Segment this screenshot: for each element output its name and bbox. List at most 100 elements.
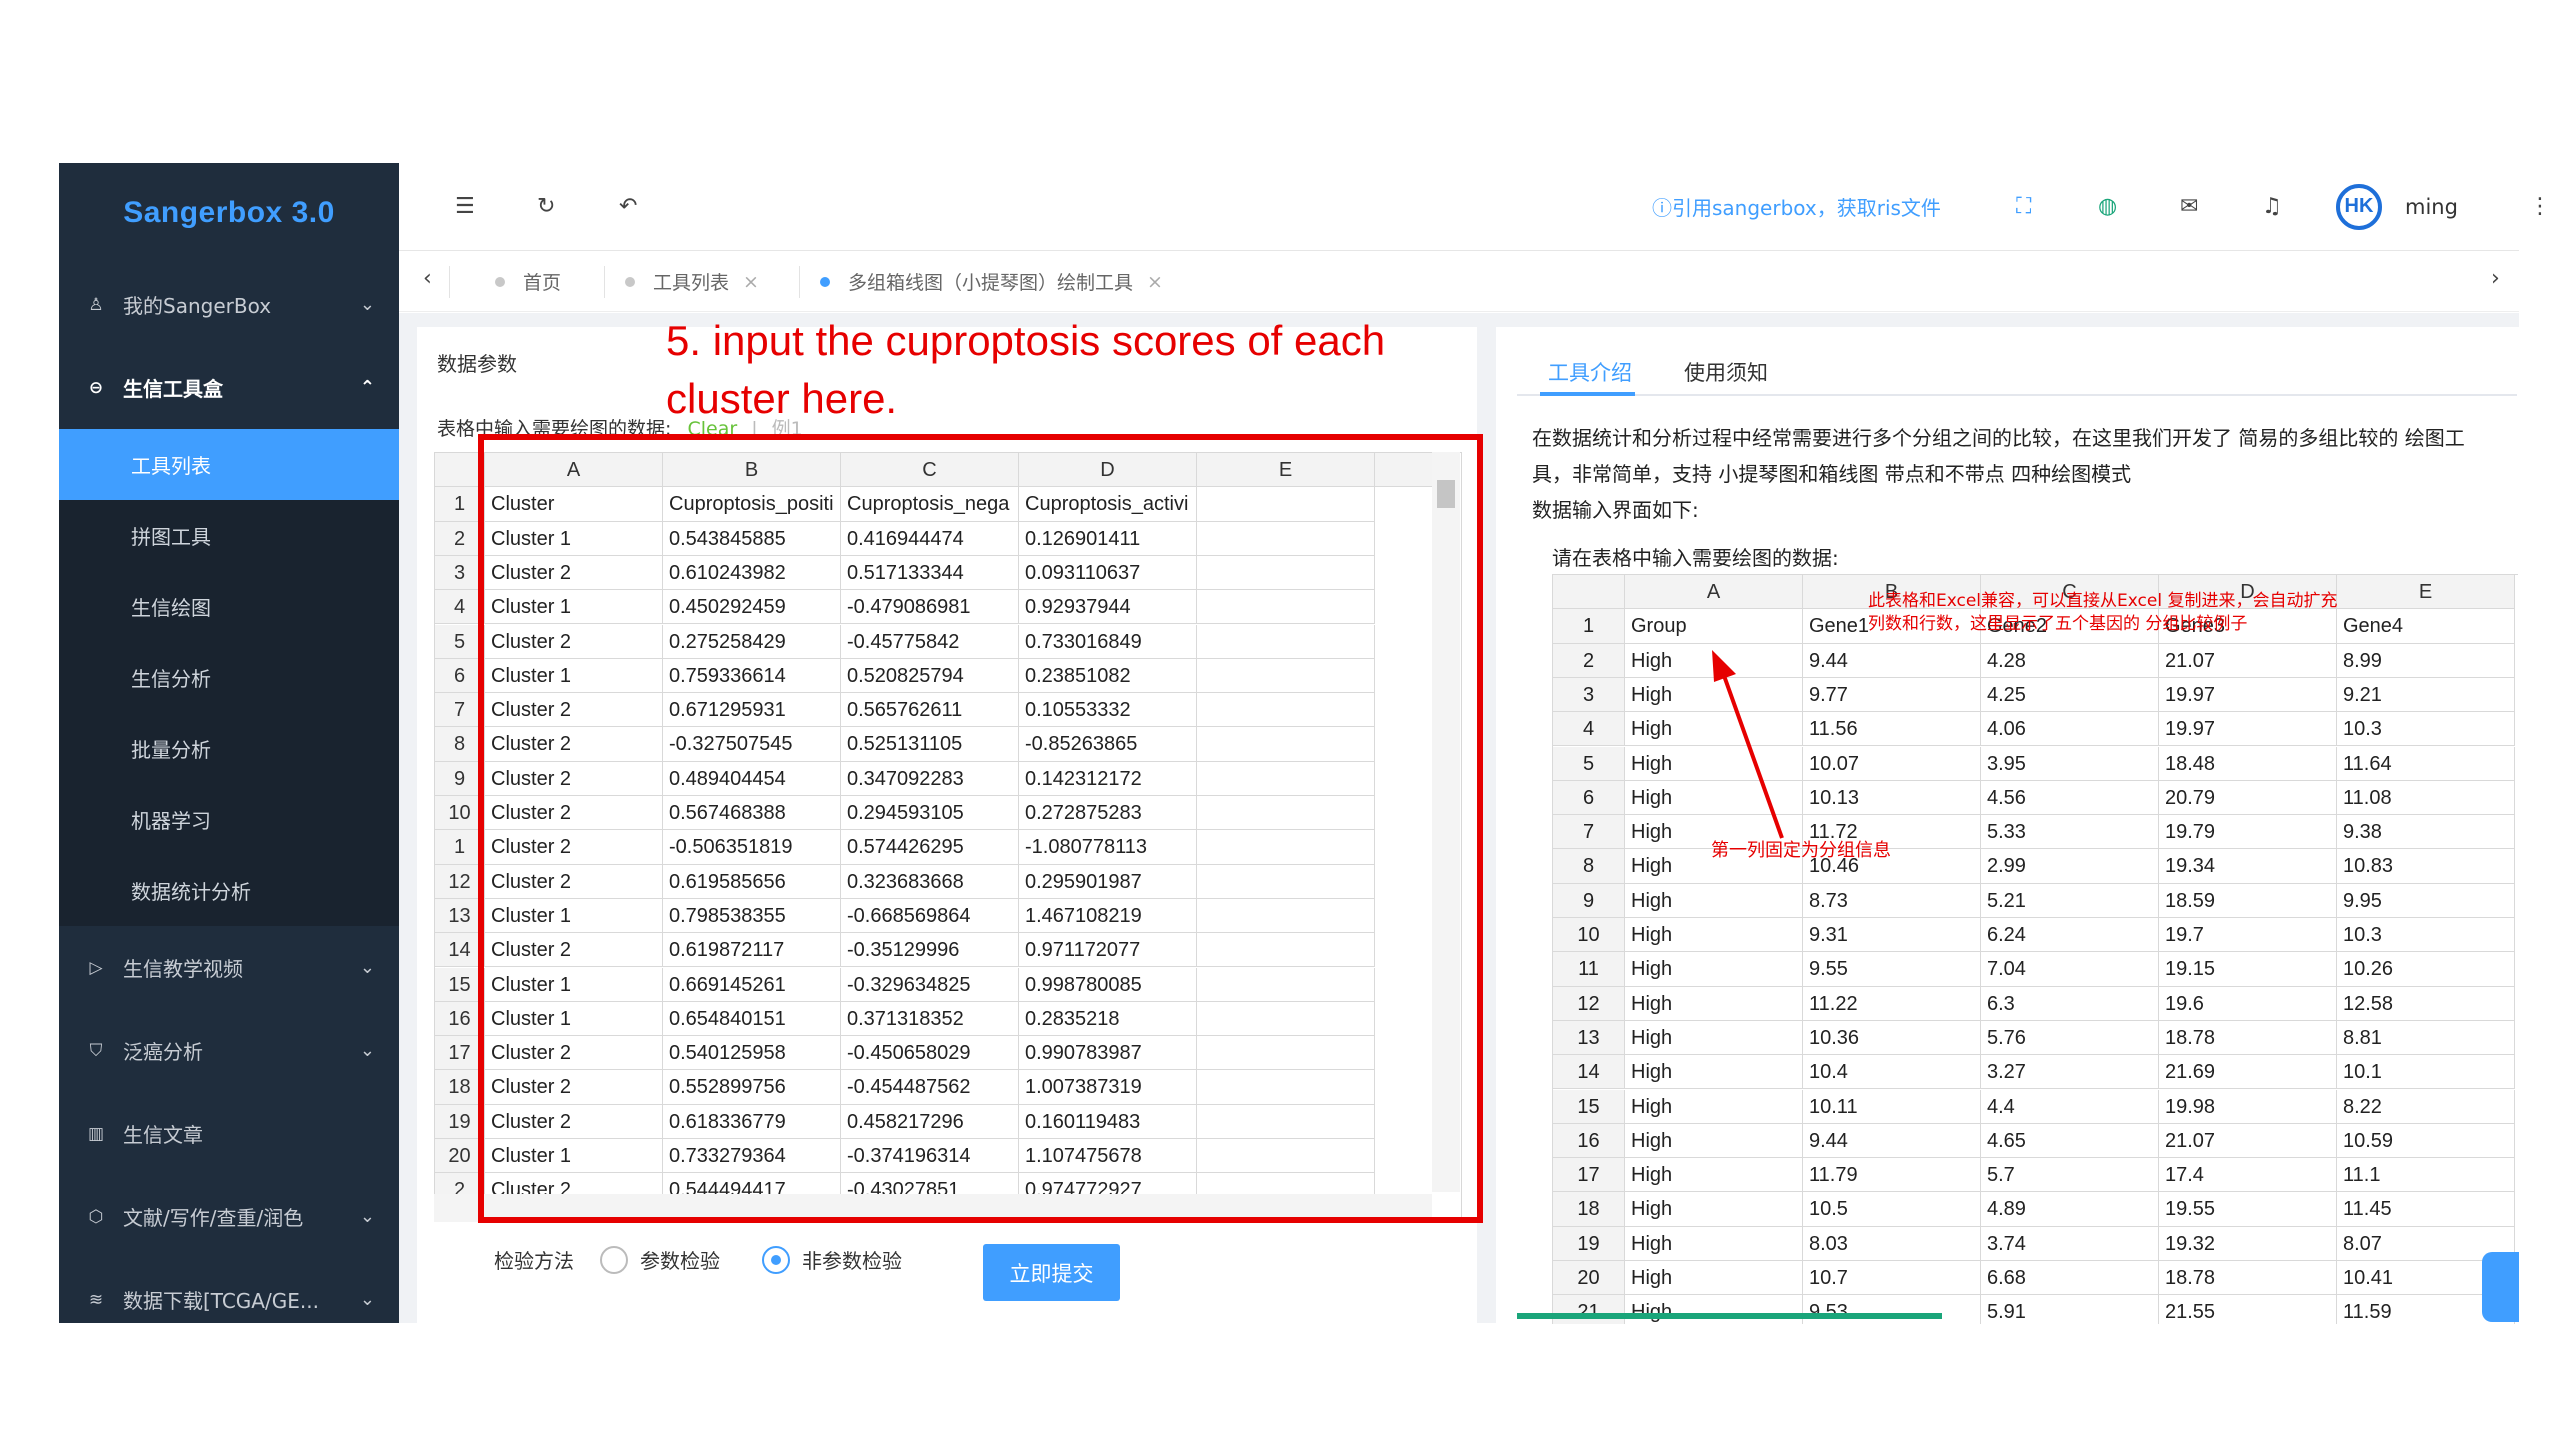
table-cell: 11.64	[2337, 746, 2515, 781]
table-cell: 10.07	[1803, 746, 1981, 781]
table-cell: 4.25	[1981, 677, 2159, 713]
sidebar-item-tool-list[interactable]: 工具列表	[59, 429, 399, 500]
row-number: 8	[1553, 849, 1625, 884]
fullscreen-icon[interactable]: ⛶	[2016, 194, 2031, 219]
table-cell: 4.28	[1981, 643, 2159, 678]
row-number: 10	[1553, 918, 1625, 953]
sidebar-item-machine-learning[interactable]: 机器学习	[59, 784, 399, 855]
close-icon[interactable]: ×	[743, 271, 759, 293]
highlight-box	[478, 434, 1483, 1223]
annotation-step5: 5. input the cuproptosis scores of each …	[666, 317, 1386, 422]
table-cell: 10.11	[1803, 1089, 1981, 1124]
tab-home[interactable]: 首页	[495, 252, 561, 312]
table-cell: 5.7	[1981, 1158, 2159, 1193]
table-cell: 11.79	[1803, 1158, 1981, 1193]
tab-status-dot	[820, 276, 830, 287]
table-cell: Group	[1625, 609, 1803, 644]
tab-tool-list[interactable]: 工具列表 ×	[625, 252, 759, 312]
more-icon[interactable]: ⋮	[2529, 194, 2551, 219]
table-cell: High	[1625, 1123, 1803, 1159]
sidebar-item-bio-analysis[interactable]: 生信分析	[59, 642, 399, 713]
row-number: 3	[1553, 677, 1625, 713]
sidebar-item-toolbox[interactable]: ⊖ 生信工具盒 ⌃	[59, 346, 399, 429]
radio-parametric[interactable]: 参数检验	[600, 1245, 720, 1274]
sidebar-item-writing[interactable]: ⬡ 文献/写作/查重/润色 ⌄	[59, 1175, 399, 1258]
radio-label: 参数检验	[640, 1249, 720, 1273]
sidebar-item-label: 数据下载[TCGA/GE...	[123, 1289, 319, 1313]
sidebar-item-batch-analysis[interactable]: 批量分析	[59, 713, 399, 784]
table-cell: 8.81	[2337, 1020, 2515, 1056]
table-cell: 11.22	[1803, 986, 1981, 1021]
intro-line: 数据输入界面如下:	[1532, 498, 1699, 522]
table-row: 6 High 10.13 4.56 20.79 11.08	[1553, 780, 2515, 816]
sidebar-item-label: 文献/写作/查重/润色	[123, 1206, 304, 1230]
sidebar-item-videos[interactable]: ▷ 生信教学视频 ⌄	[59, 926, 399, 1009]
chevron-down-icon: ⌄	[359, 1040, 375, 1061]
submit-button[interactable]: 立即提交	[983, 1244, 1120, 1301]
tab-boxplot-tool[interactable]: 多组箱线图（小提琴图）绘制工具 ×	[820, 252, 1163, 312]
table-cell: 8.99	[2337, 643, 2515, 678]
tab-label: 多组箱线图（小提琴图）绘制工具	[848, 272, 1134, 294]
radio-nonparametric[interactable]: 非参数检验	[762, 1245, 902, 1274]
chevron-right-icon[interactable]: ›	[2491, 266, 2500, 291]
radio-circle[interactable]	[762, 1245, 790, 1274]
refresh-icon[interactable]: ↻	[537, 194, 555, 219]
sidebar-item-articles[interactable]: ▥ 生信文章	[59, 1092, 399, 1175]
bell-icon[interactable]: ♫	[2262, 194, 2282, 219]
app-logo[interactable]: Sangerbox 3.0	[59, 163, 399, 263]
tab-usage-notes[interactable]: 使用须知	[1684, 357, 1768, 387]
active-tab-indicator	[1540, 392, 1635, 396]
chevron-up-icon: ⌃	[359, 377, 375, 398]
table-cell: 4.56	[1981, 780, 2159, 816]
table-cell: Gene4	[2337, 609, 2515, 644]
table-cell: High	[1625, 1295, 1803, 1324]
table-cell: 19.6	[2159, 986, 2337, 1021]
close-icon[interactable]: ×	[1147, 271, 1163, 293]
sidebar-item-pancancer[interactable]: ⛉ 泛癌分析 ⌄	[59, 1009, 399, 1092]
chevron-left-icon[interactable]: ‹	[423, 266, 432, 291]
table-cell: 10.3	[2337, 918, 2515, 953]
table-cell: 9.55	[1803, 952, 1981, 987]
sidebar-item-statistics[interactable]: 数据统计分析	[59, 855, 399, 926]
table-cell: 8.03	[1803, 1226, 1981, 1261]
table-row: 11 High 9.55 7.04 19.15 10.26	[1553, 952, 2515, 987]
tab-tool-intro[interactable]: 工具介绍	[1548, 357, 1632, 387]
table-row: 13 High 10.36 5.76 18.78 8.81	[1553, 1020, 2515, 1056]
table-row: 14 High 10.4 3.27 21.69 10.1	[1553, 1055, 2515, 1090]
video-icon: ▷	[89, 957, 103, 978]
tab-underline	[1517, 394, 2517, 396]
mail-icon[interactable]: ✉	[2180, 194, 2198, 219]
chevron-down-icon: ⌄	[359, 957, 375, 978]
table-cell: High	[1625, 952, 1803, 987]
back-icon[interactable]: ↶	[619, 194, 637, 219]
table-cell: 18.59	[2159, 883, 2337, 918]
table-cell: High	[1625, 1020, 1803, 1056]
sidebar-item-my-sangerbox[interactable]: ♙ 我的SangerBox ⌄	[59, 263, 399, 346]
table-cell: High	[1625, 1192, 1803, 1227]
progress-strip	[1517, 1313, 1942, 1319]
row-number: 20	[1553, 1261, 1625, 1296]
column-header: A	[1625, 575, 1803, 610]
table-cell: 9.77	[1803, 677, 1981, 713]
row-number: 13	[1553, 1020, 1625, 1056]
sidebar-item-puzzle-tool[interactable]: 拼图工具	[59, 500, 399, 571]
table-cell: 9.44	[1803, 643, 1981, 678]
table-cell: 10.83	[2337, 849, 2515, 884]
menu-toggle-icon[interactable]: ☰	[455, 194, 475, 219]
table-cell: 10.59	[2337, 1123, 2515, 1159]
floating-help-button[interactable]	[2482, 1252, 2519, 1322]
table-cell: 4.89	[1981, 1192, 2159, 1227]
excel-compat-note: 此表格和Excel兼容，可以直接从Excel 复制进来，会自动扩充列数和行数，这…	[1868, 591, 2338, 634]
radio-circle[interactable]	[600, 1245, 628, 1274]
intro-line: 具，非常简单，支持 小提琴图和箱线图 带点和不带点 四种绘图模式	[1532, 462, 2132, 486]
tab-divider	[449, 266, 450, 298]
cube-icon: ⬡	[88, 1206, 104, 1227]
table-row: 21High9.535.9121.5511.59	[1553, 1295, 2515, 1324]
table-row: 17 High 11.79 5.7 17.4 11.1	[1553, 1158, 2515, 1193]
avatar[interactable]: HK	[2336, 183, 2382, 230]
globe-icon[interactable]: ◍	[2098, 194, 2117, 219]
username[interactable]: ming	[2405, 195, 2458, 219]
sidebar-item-data-download[interactable]: ≋ 数据下载[TCGA/GE... ⌄	[59, 1258, 399, 1341]
sidebar-item-bio-plot[interactable]: 生信绘图	[59, 571, 399, 642]
cite-link[interactable]: ⓘ引用sangerbox，获取ris文件	[1652, 192, 1941, 221]
